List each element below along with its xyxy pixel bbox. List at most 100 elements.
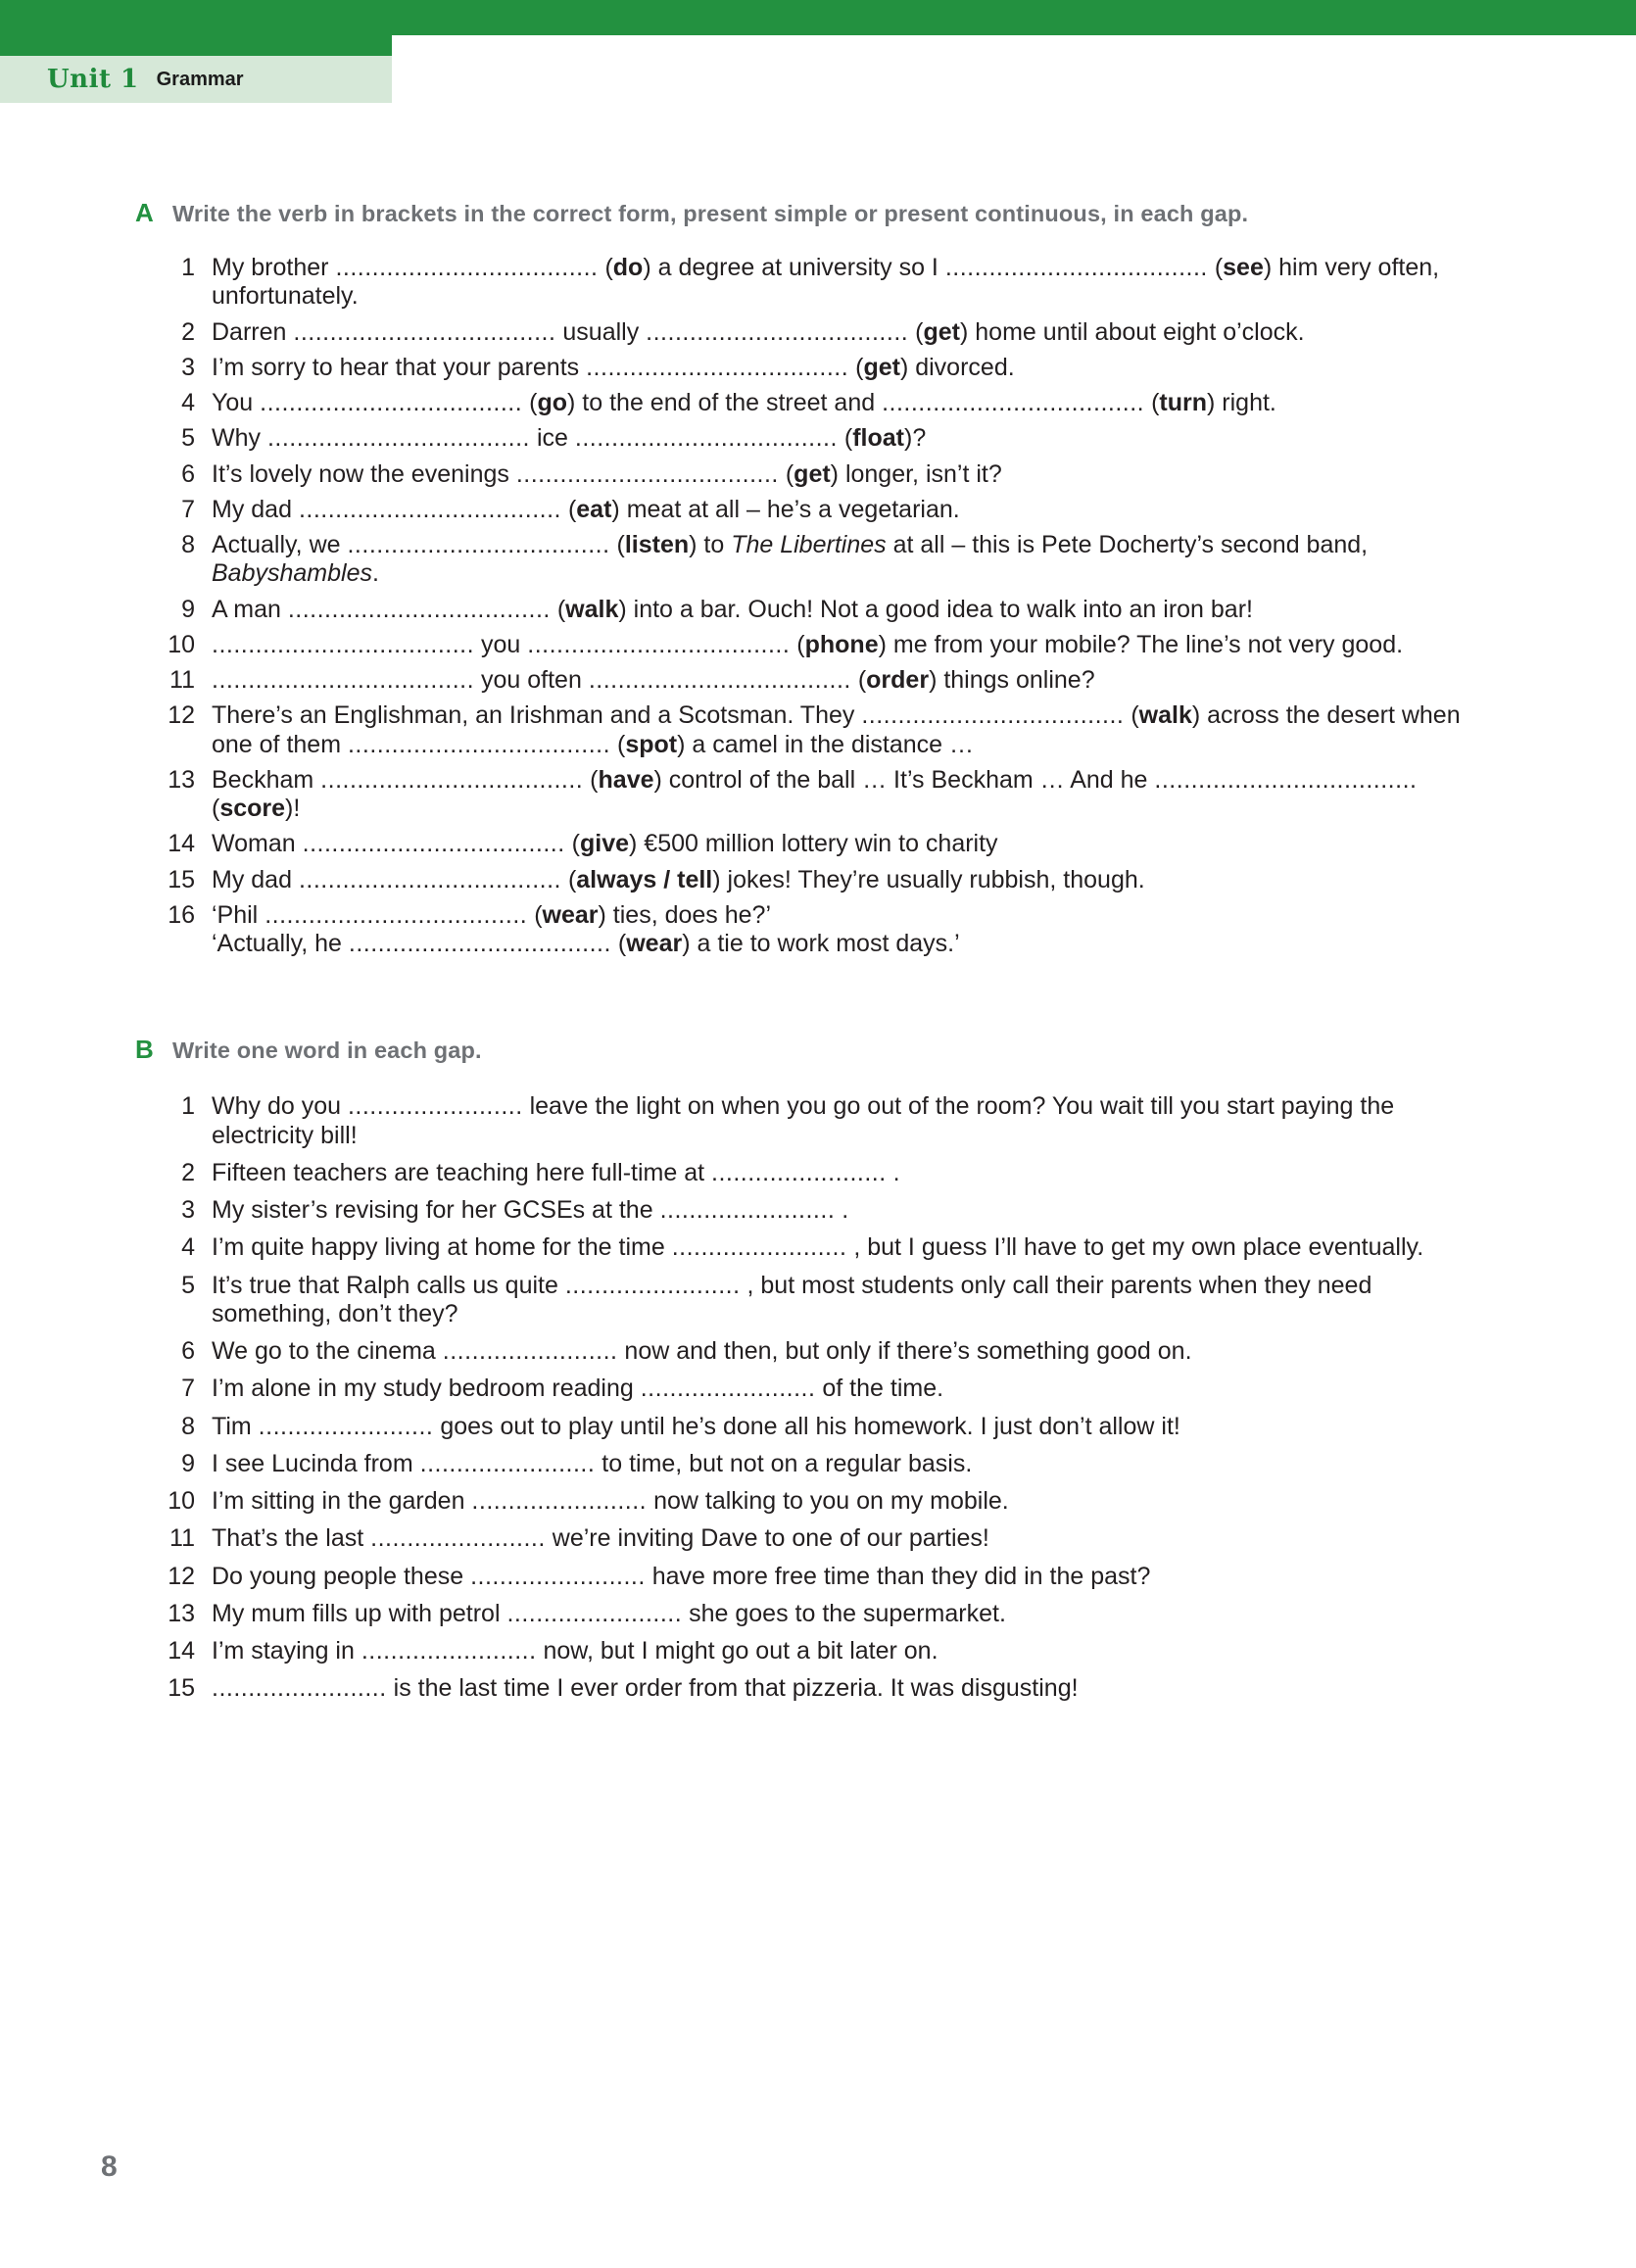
item-number: 1 bbox=[181, 1092, 195, 1121]
exercise-item: 10 you (phone) me from your mobile? The … bbox=[0, 631, 1636, 659]
answer-gap[interactable] bbox=[212, 666, 474, 694]
answer-gap[interactable] bbox=[347, 531, 609, 558]
answer-gap[interactable] bbox=[641, 1375, 816, 1402]
answer-gap[interactable] bbox=[506, 1600, 682, 1627]
section-label: Grammar bbox=[156, 68, 244, 90]
answer-gap[interactable] bbox=[260, 389, 522, 416]
answer-gap[interactable] bbox=[349, 930, 611, 957]
answer-gap[interactable] bbox=[303, 830, 565, 857]
answer-gap[interactable] bbox=[882, 389, 1144, 416]
exercise-item: 11 That’s the last we’re inviting Dave to… bbox=[0, 1524, 1636, 1553]
answer-gap[interactable] bbox=[259, 1413, 434, 1440]
answer-gap[interactable] bbox=[212, 631, 474, 658]
item-text: Do young people these have more free tim… bbox=[212, 1563, 1466, 1591]
item-number: 7 bbox=[181, 495, 195, 523]
answer-gap[interactable] bbox=[267, 424, 530, 452]
exercise-item: 7 My dad (eat) meat at all – he’s a veget… bbox=[0, 496, 1636, 524]
item-text: My brother (do) a degree at university s… bbox=[212, 254, 1466, 312]
answer-gap[interactable] bbox=[1154, 766, 1417, 794]
answer-gap[interactable] bbox=[470, 1563, 646, 1590]
item-number: 2 bbox=[181, 317, 195, 346]
page-header: Unit 1 Grammar bbox=[0, 0, 1636, 108]
item-number: 6 bbox=[181, 459, 195, 488]
answer-gap[interactable] bbox=[361, 1637, 537, 1665]
answer-gap[interactable] bbox=[945, 254, 1208, 281]
item-text: I’m quite happy living at home for the t… bbox=[212, 1233, 1466, 1262]
item-number: 9 bbox=[181, 595, 195, 623]
exercise-a-items: 1 My brother (do) a degree at university … bbox=[0, 254, 1636, 958]
item-number: 8 bbox=[181, 531, 195, 558]
answer-gap[interactable] bbox=[565, 1272, 741, 1299]
answer-gap[interactable] bbox=[348, 1092, 523, 1120]
answer-gap[interactable] bbox=[288, 596, 551, 623]
answer-gap[interactable] bbox=[320, 766, 583, 794]
item-number: 5 bbox=[181, 424, 195, 453]
exercise-b-items: 1 Why do you leave the light on when you … bbox=[0, 1092, 1636, 1703]
exercise-item: 2 Fifteen teachers are teaching here full… bbox=[0, 1159, 1636, 1187]
answer-gap[interactable] bbox=[589, 666, 851, 694]
item-text: I see Lucinda from to time, but not on a… bbox=[212, 1450, 1466, 1478]
item-text: I’m sorry to hear that your parents (get… bbox=[212, 354, 1466, 382]
item-text: Why do you leave the light on when you g… bbox=[212, 1092, 1466, 1150]
page-number: 8 bbox=[101, 2150, 118, 2183]
answer-gap[interactable] bbox=[575, 424, 838, 452]
answer-gap[interactable] bbox=[335, 254, 598, 281]
item-text: is the last time I ever order from that … bbox=[212, 1674, 1466, 1703]
answer-gap[interactable] bbox=[212, 1674, 387, 1702]
item-text: Woman (give) €500 million lottery win to… bbox=[212, 830, 1466, 858]
exercise-item: 5 Why ice (float)? bbox=[0, 424, 1636, 453]
item-text: My dad (eat) meat at all – he’s a vegeta… bbox=[212, 496, 1466, 524]
exercise-a-instruction: Write the verb in brackets in the correc… bbox=[172, 201, 1249, 226]
answer-gap[interactable] bbox=[516, 460, 779, 488]
item-number: 11 bbox=[169, 666, 195, 694]
item-number: 3 bbox=[181, 1196, 195, 1224]
answer-gap[interactable] bbox=[348, 731, 610, 758]
item-text: My dad (always / tell) jokes! They’re us… bbox=[212, 866, 1466, 894]
exercise-item: 9 A man (walk) into a bar. Ouch! Not a go… bbox=[0, 596, 1636, 624]
exercise-item: 6 It’s lovely now the evenings (get) long… bbox=[0, 460, 1636, 489]
item-text: My sister’s revising for her GCSEs at th… bbox=[212, 1196, 1466, 1225]
item-number: 13 bbox=[168, 765, 195, 794]
item-text: It’s lovely now the evenings (get) longe… bbox=[212, 460, 1466, 489]
exercise-item: 7 I’m alone in my study bedroom reading o… bbox=[0, 1375, 1636, 1403]
answer-gap[interactable] bbox=[420, 1450, 596, 1477]
answer-gap[interactable] bbox=[527, 631, 790, 658]
answer-gap[interactable] bbox=[646, 318, 908, 346]
item-number: 8 bbox=[181, 1412, 195, 1440]
exercise-item: 4 You (go) to the end of the street and (… bbox=[0, 389, 1636, 417]
exercise-item: 5 It’s true that Ralph calls us quite , b… bbox=[0, 1272, 1636, 1329]
answer-gap[interactable] bbox=[861, 701, 1124, 729]
answer-gap[interactable] bbox=[293, 318, 555, 346]
item-text: Beckham (have) control of the ball … It’… bbox=[212, 766, 1466, 824]
answer-gap[interactable] bbox=[299, 866, 561, 893]
answer-gap[interactable] bbox=[370, 1524, 546, 1552]
answer-gap[interactable] bbox=[586, 354, 848, 381]
item-text: My mum fills up with petrol she goes to … bbox=[212, 1600, 1466, 1628]
item-text: Darren usually (get) home until about ei… bbox=[212, 318, 1466, 347]
item-text: Actually, we (listen) to The Libertines … bbox=[212, 531, 1466, 589]
answer-gap[interactable] bbox=[471, 1487, 647, 1515]
item-text: That’s the last we’re inviting Dave to o… bbox=[212, 1524, 1466, 1553]
exercise-item: 1 My brother (do) a degree at university … bbox=[0, 254, 1636, 312]
answer-gap[interactable] bbox=[711, 1159, 887, 1186]
item-number: 4 bbox=[181, 1233, 195, 1262]
exercise-b-instruction: Write one word in each gap. bbox=[172, 1037, 482, 1064]
item-number: 14 bbox=[168, 1637, 195, 1665]
unit-tab: Unit 1 Grammar bbox=[0, 56, 392, 103]
page-content: A Write the verb in brackets in the corr… bbox=[0, 108, 1636, 1713]
answer-gap[interactable] bbox=[265, 901, 527, 929]
item-number: 14 bbox=[168, 830, 195, 858]
exercise-item: 8 Tim goes out to play until he’s done al… bbox=[0, 1413, 1636, 1441]
exercise-item: 10 I’m sitting in the garden now talking … bbox=[0, 1487, 1636, 1516]
item-number: 11 bbox=[169, 1524, 195, 1553]
answer-gap[interactable] bbox=[672, 1233, 847, 1261]
exercise-item: 15 is the last time I ever order from th… bbox=[0, 1674, 1636, 1703]
answer-gap[interactable] bbox=[443, 1337, 618, 1365]
exercise-item: 4 I’m quite happy living at home for the … bbox=[0, 1233, 1636, 1262]
answer-gap[interactable] bbox=[299, 496, 561, 523]
item-text: you (phone) me from your mobile? The lin… bbox=[212, 631, 1466, 659]
item-text: There’s an Englishman, an Irishman and a… bbox=[212, 701, 1466, 759]
item-number: 12 bbox=[168, 1562, 195, 1590]
item-text: Why ice (float)? bbox=[212, 424, 1466, 453]
answer-gap[interactable] bbox=[660, 1196, 836, 1224]
